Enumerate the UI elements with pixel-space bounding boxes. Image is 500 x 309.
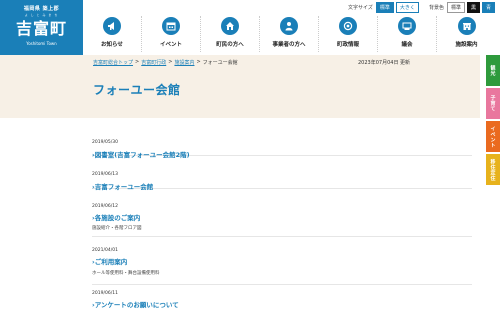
entry-description: ホール等使用料・舞台設備使用料 [92,271,160,276]
entry-description: 施設紹介・各階フロア図 [92,226,142,231]
entry-title-link[interactable]: ›ご利用案内 [92,256,127,266]
updated-date: 2023年07月04日 更新 [358,60,411,66]
side-tab-childcare[interactable]: 子育て [486,88,500,119]
entry-date: 2021/04/01 [92,248,118,253]
person-icon [280,17,298,35]
side-tab-label: 子育て [489,95,496,112]
entry-title: 吉富フォーユー会館 [94,183,154,191]
breadcrumb-link[interactable]: 吉富町行政 [141,59,166,66]
entry-date: 2019/06/13 [92,172,118,177]
town-emblem-icon [339,17,357,35]
color-blue-button[interactable]: 青 [481,2,495,13]
logo-town-name: 吉富町 [15,19,67,38]
breadcrumb: 吉富町総合トップ > 吉富町行政 > 施設案内 > フォーユー会館 [93,59,238,66]
breadcrumb-link[interactable]: 吉富町総合トップ [93,59,133,66]
entry-title: 各施設のご案内 [94,214,141,222]
font-large-button[interactable]: 大きく [395,2,419,13]
entry-date: 2019/05/30 [92,140,118,145]
breadcrumb-separator: > [135,59,140,65]
nav-label: 議会 [401,42,413,48]
nav-label: イベント [159,42,182,48]
logo-prefecture: 福岡県 築上郡 [23,6,60,12]
utility-bar: 文字サイズ 標準 大きく 背景色 標準 黒 青 [348,2,497,13]
side-tab-relocation[interactable]: 移住定住 [486,154,500,185]
house-icon [221,17,239,35]
nav-label: お知らせ [101,42,123,48]
font-size-label: 文字サイズ [348,5,373,11]
side-tab-label: イベント [489,125,496,148]
side-tab-label: 観光 [489,65,496,76]
color-label: 背景色 [428,5,444,11]
nav-item-events[interactable]: イベント [142,16,201,52]
breadcrumb-current: フォーユー会館 [202,60,238,66]
entry-date: 2019/06/11 [92,291,118,296]
nav-item-facilities[interactable]: 施設案内 [437,16,496,52]
color-standard-button[interactable]: 標準 [446,2,465,13]
nav-item-town-info[interactable]: 町政情報 [319,16,378,52]
entry-title-link[interactable]: ›図書室(吉富フォーユー会館2階) [92,149,190,159]
site-logo[interactable]: 福岡県 築上郡 よ し と み ま ち 吉富町 Yoshitomi Town [0,0,83,55]
nav-item-assembly[interactable]: 議会 [378,16,437,52]
entry-date: 2019/06/12 [92,204,118,209]
nav-label: 事業者の方へ [272,42,306,48]
entry-title: ご利用案内 [94,258,128,266]
global-nav: お知らせ イベント 町民の方へ 事業者の方へ 町政情報 議会 施設案内 [83,16,496,52]
nav-label: 町民の方へ [216,42,244,48]
entry-title: 図書室(吉富フォーユー会館2階) [94,151,190,159]
nav-item-business[interactable]: 事業者の方へ [260,16,319,52]
megaphone-icon [103,17,121,35]
page-title: フォーユー会館 [93,83,181,97]
entry-title: アンケートのお願いについて [94,301,179,309]
side-tabs: 観光 子育て イベント 移住定住 [486,55,500,187]
page-header-band: 吉富町総合トップ > 吉富町行政 > 施設案内 > フォーユー会館 2023年0… [0,55,480,118]
font-standard-button[interactable]: 標準 [375,2,394,13]
side-tab-label: 移住定住 [489,158,496,181]
assembly-icon [398,17,416,35]
entry-title-link[interactable]: ›吉富フォーユー会館 [92,181,153,191]
breadcrumb-link[interactable]: 施設案内 [174,59,194,66]
side-tab-tourism[interactable]: 観光 [486,55,500,86]
building-icon [457,17,476,35]
nav-label: 施設案内 [455,42,478,48]
nav-label: 町政情報 [336,42,359,48]
entry-title-link[interactable]: ›各施設のご案内 [92,212,140,222]
calendar-icon [162,17,180,35]
nav-item-residents[interactable]: 町民の方へ [201,16,260,52]
logo-ruby: よ し と み ま ち [24,13,59,17]
breadcrumb-separator: > [196,59,201,65]
side-tab-events[interactable]: イベント [486,121,500,152]
color-black-button[interactable]: 黒 [466,2,480,13]
entry-title-link[interactable]: ›アンケートのお願いについて [92,299,179,309]
nav-item-news[interactable]: お知らせ [83,16,142,52]
logo-english: Yoshitomi Town [26,41,57,46]
breadcrumb-separator: > [168,59,173,65]
